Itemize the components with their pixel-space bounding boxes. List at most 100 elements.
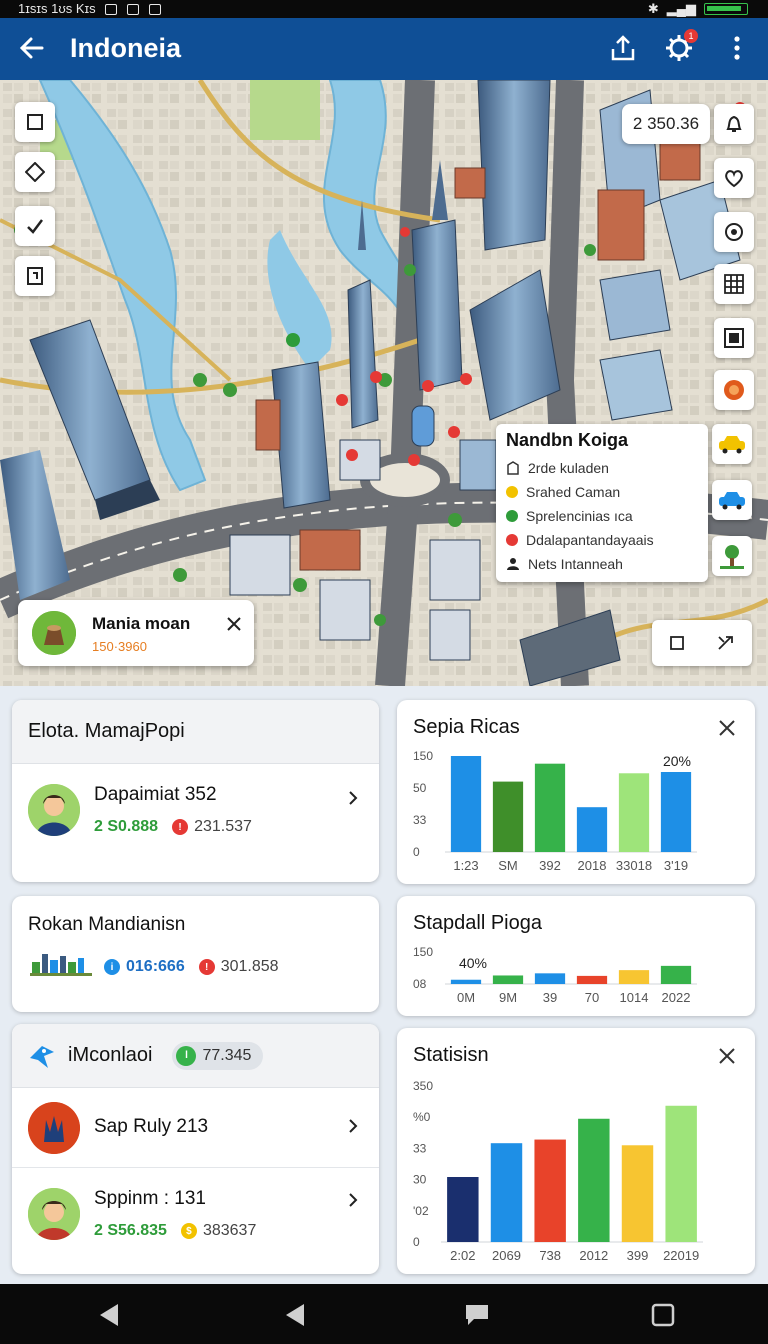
- grid-button[interactable]: [714, 264, 754, 304]
- check-tool-button[interactable]: [15, 206, 55, 246]
- bar-chart: 350 %0 33 30 '02 0 2:02 2069 738 2012 399 22019: [413, 1079, 703, 1263]
- item-name: Rokan Mandianisn: [28, 914, 186, 935]
- share-button[interactable]: [606, 31, 640, 65]
- back-nav-icon[interactable]: [282, 1302, 308, 1328]
- list-item[interactable]: Sppinm : 131 2 S56.835 $ 383637: [12, 1168, 379, 1274]
- data-label: 20%: [663, 753, 691, 769]
- person-icon: [507, 558, 519, 570]
- bar: [621, 1145, 654, 1242]
- hand-logo-icon: [28, 1102, 80, 1154]
- car-button[interactable]: [712, 480, 752, 520]
- poi-title: Nandbn Koiga: [506, 430, 628, 450]
- poi-info-card[interactable]: Nandbn Koiga 2rde kuladen Srahed Caman S…: [496, 424, 708, 582]
- leaf-icon: [506, 510, 518, 522]
- bird-icon: [30, 1045, 54, 1068]
- imconlaoi-panel: iMconlaoi l 77.345 Sap Ruly 213 Sppinm :…: [12, 1024, 379, 1274]
- item-name: Sap Ruly 213: [94, 1116, 209, 1137]
- y-tick-label: 33: [413, 1141, 427, 1155]
- x-tick-label: 399: [627, 1248, 649, 1263]
- alert-icon: !: [172, 819, 189, 835]
- home-nav-icon[interactable]: [464, 1302, 490, 1328]
- back-nav-icon[interactable]: [96, 1302, 122, 1328]
- chevron-right-icon: [349, 791, 358, 805]
- avatar: [28, 1188, 80, 1240]
- bar: [660, 772, 692, 852]
- more-vert-icon: [734, 36, 740, 60]
- avatar: [28, 1102, 80, 1154]
- x-tick-label: 2069: [492, 1248, 521, 1263]
- poi-item-label: Srahed Caman: [526, 484, 621, 500]
- check-icon: [27, 219, 43, 234]
- shuffle-button[interactable]: [702, 620, 752, 666]
- chart-card-0: Sepia Ricas 150 50 33 0 1:23 SM 392 2018 33018 3'…: [397, 700, 755, 884]
- layer-tool-button[interactable]: [15, 256, 55, 296]
- fullscreen-button[interactable]: [652, 620, 702, 666]
- list-item[interactable]: Sap Ruly 213: [12, 1088, 379, 1168]
- compass-button[interactable]: [714, 212, 754, 252]
- square-filled-icon: [724, 328, 744, 348]
- y-tick-label: 0: [413, 845, 420, 859]
- y-tick-label: 08: [413, 977, 427, 991]
- map-view[interactable]: 2 350.36 Nandbn Koiga 2rde kuladen Srahe…: [0, 80, 768, 686]
- x-tick-label: 2022: [662, 990, 691, 1005]
- select-tool-button[interactable]: [15, 102, 55, 142]
- square-icon: [27, 114, 43, 130]
- close-icon[interactable]: [224, 614, 244, 634]
- park-button[interactable]: [712, 536, 752, 576]
- taxi-button[interactable]: [712, 424, 752, 464]
- compass-icon: [725, 223, 743, 241]
- recents-nav-icon[interactable]: [650, 1302, 676, 1328]
- chevron-right-icon: [349, 1193, 358, 1207]
- bar: [490, 1143, 523, 1242]
- settings-button[interactable]: 1: [662, 29, 698, 65]
- item-values: 2 S0.888 ! 231.537: [94, 818, 252, 836]
- building-icon: [507, 461, 519, 475]
- bar: [576, 807, 608, 852]
- y-tick-label: 50: [413, 781, 427, 795]
- back-arrow-icon[interactable]: [16, 32, 48, 64]
- record-button[interactable]: [714, 370, 754, 410]
- bar: [492, 975, 524, 984]
- rokan-panel[interactable]: Rokan Mandianisn i 016:666 ! 301.858: [12, 896, 379, 1012]
- poi-item-label: 2rde kuladen: [528, 460, 609, 476]
- location-avatar: [32, 611, 76, 655]
- bar: [450, 979, 482, 984]
- settings-badge: 1: [684, 29, 698, 43]
- secondary-value: 383637: [202, 1222, 257, 1239]
- upload-icon: [611, 35, 635, 61]
- secondary-value: 231.537: [194, 818, 252, 835]
- poi-item-label: Nets Intanneah: [528, 556, 623, 572]
- layers-button[interactable]: [714, 318, 754, 358]
- x-tick-label: 1014: [620, 990, 649, 1005]
- page-icon: [27, 267, 43, 285]
- person-avatar-icon: [28, 1188, 80, 1240]
- overflow-menu-button[interactable]: [720, 31, 754, 65]
- grid-icon: [724, 274, 744, 294]
- elota-panel: Elota. MamajPopi Dapaimiat 352 2 S0.888 …: [12, 700, 379, 882]
- alert-icon: !: [198, 959, 215, 975]
- list-item[interactable]: Dapaimiat 352 2 S0.888 ! 231.537: [12, 764, 379, 882]
- y-tick-label: 150: [413, 945, 433, 959]
- x-tick-label: 1:23: [453, 858, 478, 873]
- heart-icon: [725, 170, 743, 188]
- bar: [450, 756, 482, 852]
- diamond-icon: [25, 162, 45, 182]
- notifications-button[interactable]: [714, 104, 754, 144]
- x-tick-label: SM: [498, 858, 518, 873]
- location-card[interactable]: Mania moan 150·3960: [18, 600, 254, 666]
- x-tick-label: 0M: [457, 990, 475, 1005]
- favorite-button[interactable]: [714, 158, 754, 198]
- bar: [447, 1177, 479, 1242]
- bar: [534, 1139, 566, 1242]
- notification-icon: [105, 4, 118, 16]
- bar: [578, 1118, 610, 1242]
- panel-title: Elota. MamajPopi: [12, 700, 379, 764]
- x-tick-label: 33018: [616, 858, 652, 873]
- car-icon: [719, 492, 745, 510]
- chevron-right-icon: [349, 1119, 358, 1133]
- chart-card-2: Statisisn 350 %0 33 30'02 0 2:02 2069 738 2012 39…: [397, 1028, 755, 1274]
- taxi-icon: [719, 436, 745, 454]
- directions-tool-button[interactable]: [15, 152, 55, 192]
- map-mode-controls: [652, 620, 752, 666]
- page-title: Indoneia: [70, 33, 182, 63]
